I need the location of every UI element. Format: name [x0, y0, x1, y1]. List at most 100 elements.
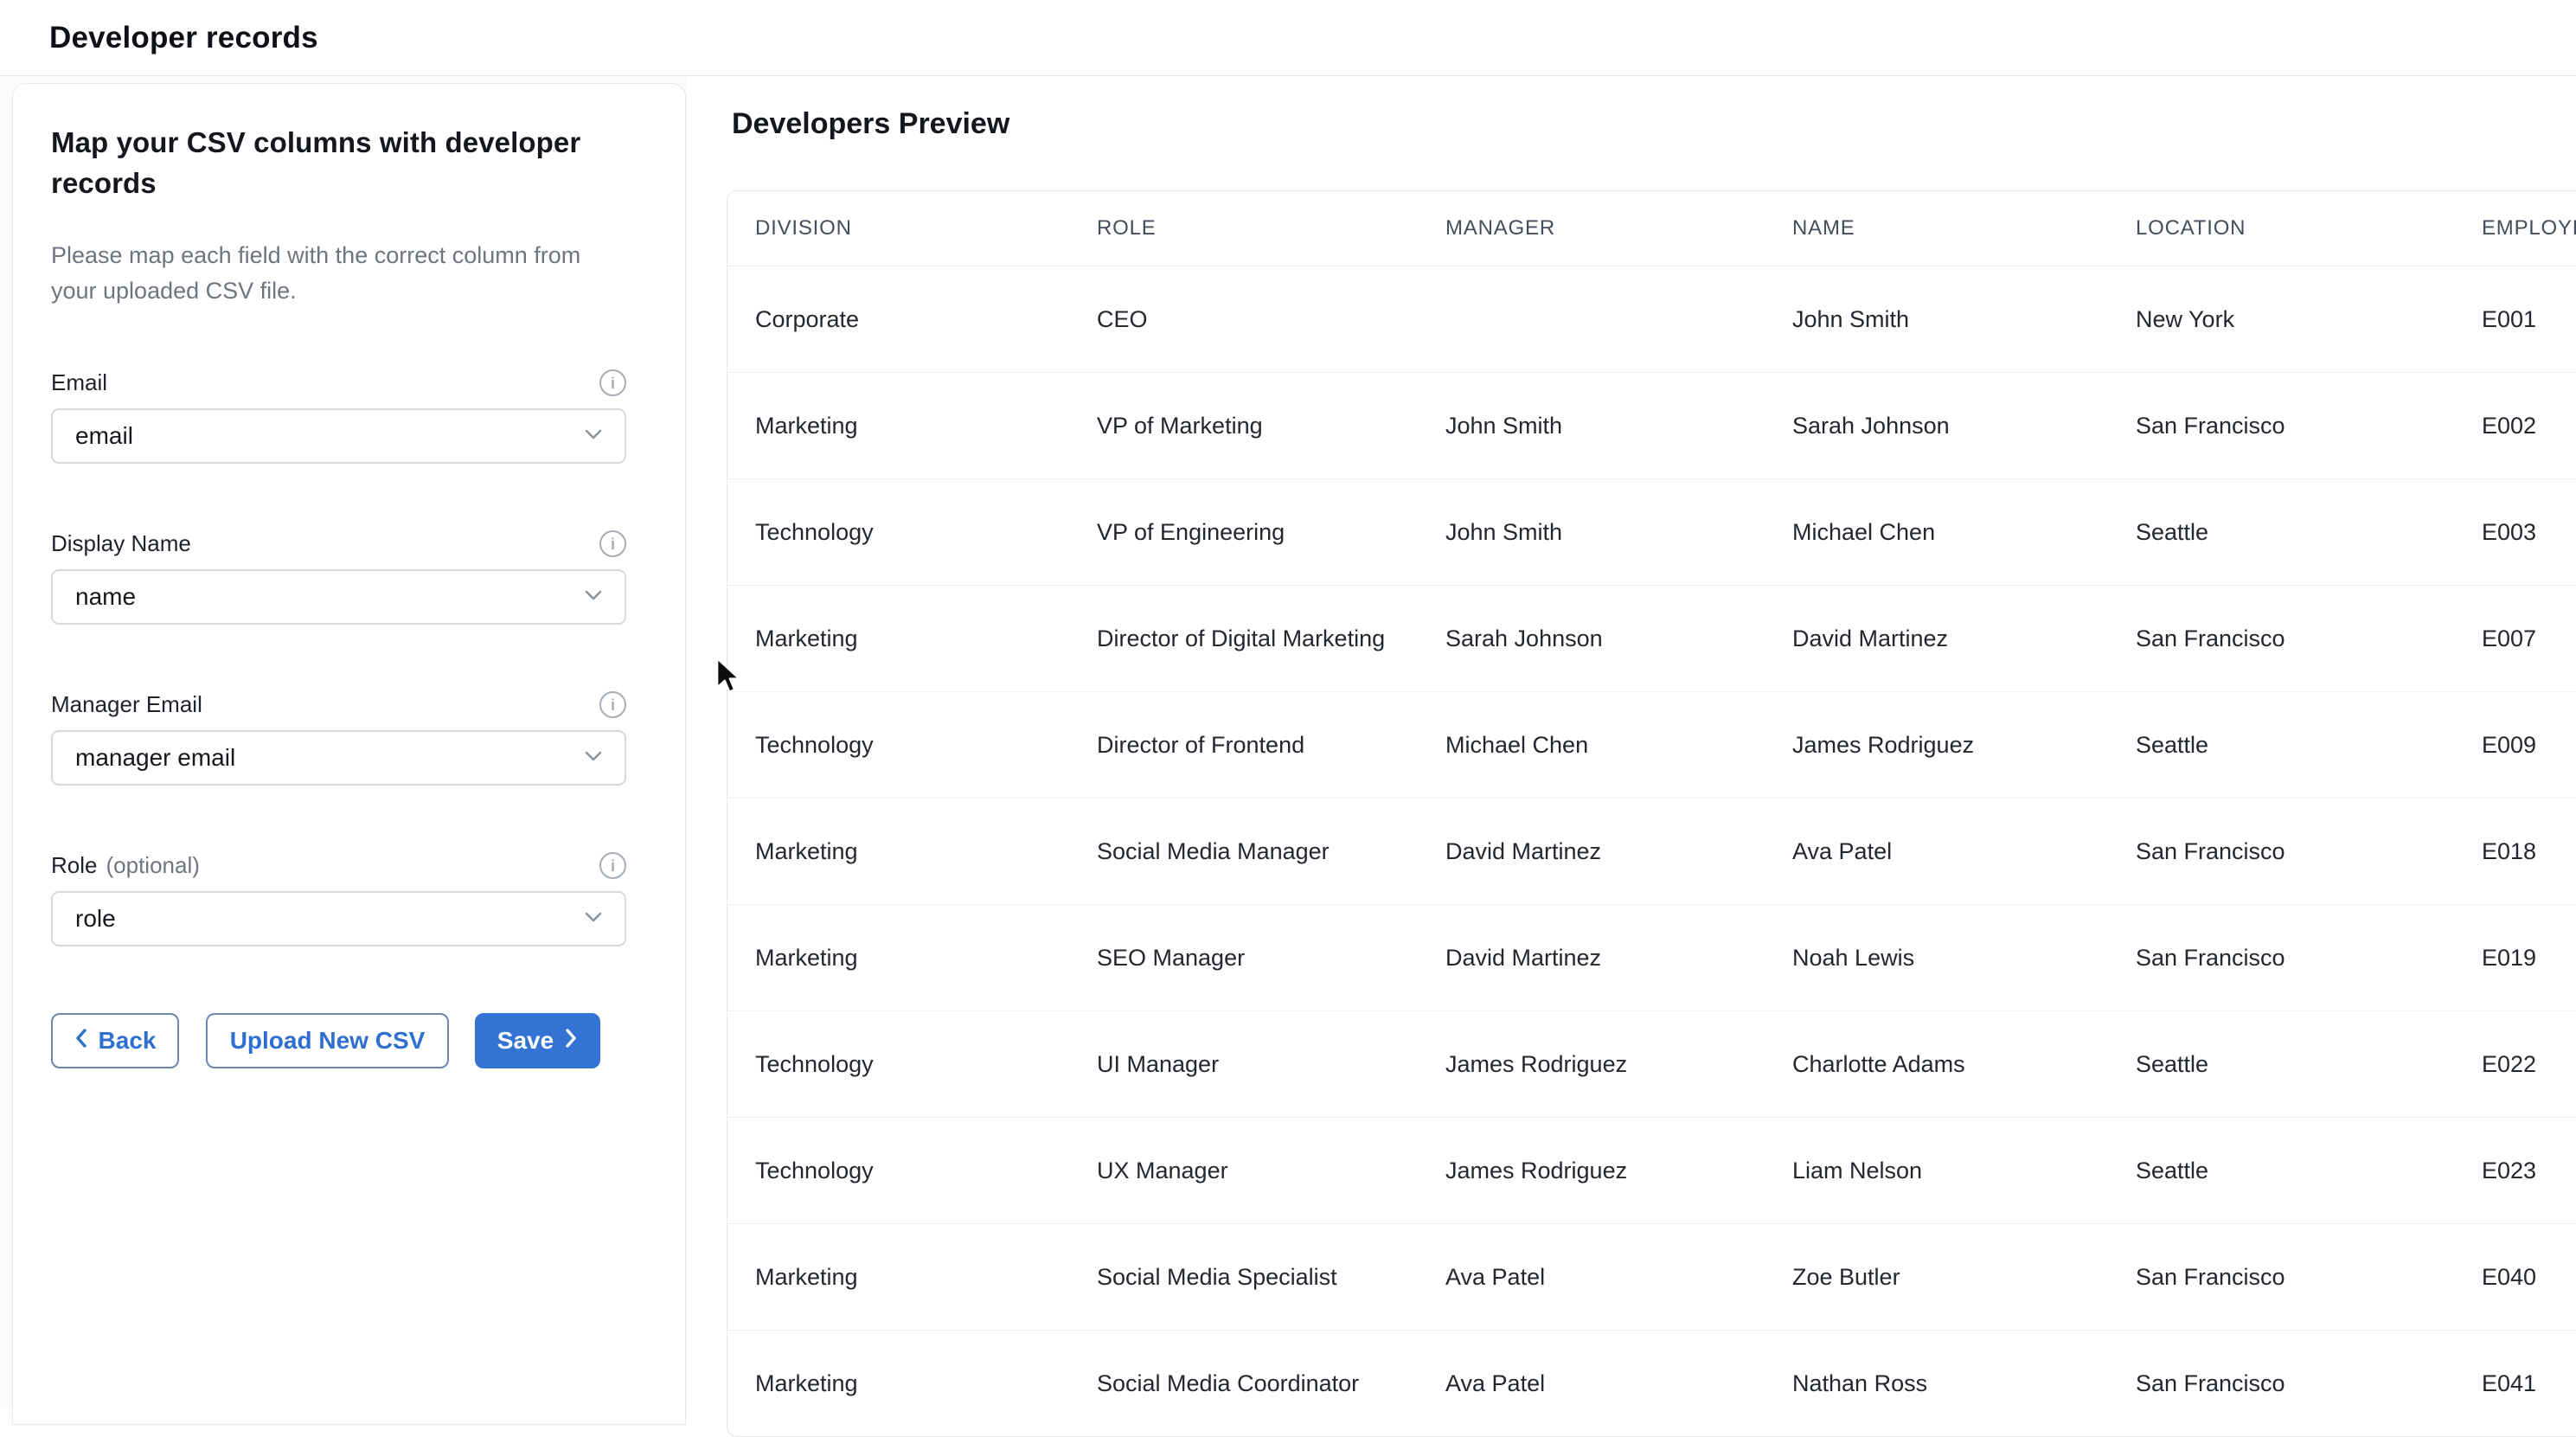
table-cell: Sarah Johnson	[1418, 586, 1765, 692]
chevron-right-icon	[565, 1027, 578, 1055]
chevron-down-icon	[583, 588, 604, 606]
display-name-field-group: Display Name i name	[51, 530, 626, 625]
table-cell: Marketing	[727, 905, 1069, 1011]
upload-new-csv-button[interactable]: Upload New CSV	[206, 1013, 449, 1068]
table-cell: Director of Frontend	[1069, 692, 1418, 799]
developers-table: DIVISION ROLE MANAGER NAME LOCATION EMPL…	[727, 191, 2576, 1436]
chevron-down-icon	[583, 910, 604, 928]
table-cell: Michael Chen	[1765, 479, 2108, 586]
table-cell: E018	[2454, 799, 2576, 905]
table-cell: Noah Lewis	[1765, 905, 2108, 1011]
table-cell: San Francisco	[2108, 1224, 2454, 1331]
table-cell: VP of Engineering	[1069, 479, 1418, 586]
table-row: TechnologyVP of EngineeringJohn SmithMic…	[727, 479, 2576, 586]
role-label: Role	[51, 852, 97, 879]
table-cell: E040	[2454, 1224, 2576, 1331]
mapping-heading: Map your CSV columns with developer reco…	[51, 122, 605, 203]
save-button-label: Save	[497, 1027, 554, 1055]
manager-email-label: Manager Email	[51, 691, 202, 718]
manager-email-field-group: Manager Email i manager email	[51, 691, 626, 786]
table-cell: San Francisco	[2108, 373, 2454, 479]
table-row: TechnologyDirector of FrontendMichael Ch…	[727, 692, 2576, 799]
table-cell: Social Media Coordinator	[1069, 1331, 1418, 1437]
table-cell: James Rodriguez	[1418, 1118, 1765, 1224]
table-cell: Seattle	[2108, 692, 2454, 799]
column-header-role: ROLE	[1069, 191, 1418, 266]
table-cell: Sarah Johnson	[1765, 373, 2108, 479]
table-row: TechnologyUX ManagerJames RodriguezLiam …	[727, 1118, 2576, 1224]
table-cell: Technology	[727, 1011, 1069, 1118]
back-button-label: Back	[99, 1027, 157, 1055]
table-body: CorporateCEOJohn SmithNew YorkE001Market…	[727, 266, 2576, 1437]
table-row: MarketingSocial Media CoordinatorAva Pat…	[727, 1331, 2576, 1437]
content-area: Map your CSV columns with developer reco…	[0, 76, 2576, 1408]
email-field-group: Email i email	[51, 369, 626, 464]
table-cell: Corporate	[727, 266, 1069, 373]
role-select-value: role	[75, 905, 583, 933]
info-icon[interactable]: i	[599, 530, 626, 557]
info-icon[interactable]: i	[599, 852, 626, 879]
table-cell: Marketing	[727, 1331, 1069, 1437]
table-header: DIVISION ROLE MANAGER NAME LOCATION EMPL…	[727, 191, 2576, 266]
table-cell: Director of Digital Marketing	[1069, 586, 1418, 692]
table-cell: E022	[2454, 1011, 2576, 1118]
display-name-select[interactable]: name	[51, 569, 626, 625]
table-cell: Ava Patel	[1418, 1331, 1765, 1437]
table-cell: Seattle	[2108, 1118, 2454, 1224]
table-cell: Marketing	[727, 799, 1069, 905]
display-name-select-value: name	[75, 583, 583, 611]
save-button[interactable]: Save	[475, 1013, 600, 1068]
back-button[interactable]: Back	[51, 1013, 179, 1068]
table-cell: Michael Chen	[1418, 692, 1765, 799]
info-icon[interactable]: i	[599, 369, 626, 396]
table-cell: Technology	[727, 1118, 1069, 1224]
table-row: MarketingVP of MarketingJohn SmithSarah …	[727, 373, 2576, 479]
table-cell: Liam Nelson	[1765, 1118, 2108, 1224]
developers-table-card: DIVISION ROLE MANAGER NAME LOCATION EMPL…	[727, 190, 2576, 1437]
table-cell: David Martinez	[1418, 905, 1765, 1011]
table-cell: San Francisco	[2108, 1331, 2454, 1437]
role-select[interactable]: role	[51, 891, 626, 946]
table-row: CorporateCEOJohn SmithNew YorkE001	[727, 266, 2576, 373]
email-label: Email	[51, 369, 107, 396]
developers-preview-panel: Developers Preview DIVISION ROLE MANAGER…	[687, 76, 2576, 1408]
table-row: MarketingSocial Media ManagerDavid Marti…	[727, 799, 2576, 905]
table-cell: UI Manager	[1069, 1011, 1418, 1118]
table-cell: Social Media Manager	[1069, 799, 1418, 905]
table-cell: Marketing	[727, 1224, 1069, 1331]
table-cell: James Rodriguez	[1765, 692, 2108, 799]
table-cell: San Francisco	[2108, 905, 2454, 1011]
table-cell: Ava Patel	[1765, 799, 2108, 905]
table-cell: Social Media Specialist	[1069, 1224, 1418, 1331]
column-header-name: NAME	[1765, 191, 2108, 266]
column-header-employee-id: EMPLOYEE ID	[2454, 191, 2576, 266]
top-bar: Developer records	[0, 0, 2576, 76]
info-icon[interactable]: i	[599, 691, 626, 718]
table-cell: VP of Marketing	[1069, 373, 1418, 479]
table-cell: Zoe Butler	[1765, 1224, 2108, 1331]
table-header-row: DIVISION ROLE MANAGER NAME LOCATION EMPL…	[727, 191, 2576, 266]
mapping-description: Please map each field with the correct c…	[51, 238, 587, 309]
column-header-manager: MANAGER	[1418, 191, 1765, 266]
table-cell: New York	[2108, 266, 2454, 373]
table-cell: John Smith	[1765, 266, 2108, 373]
manager-email-select[interactable]: manager email	[51, 730, 626, 786]
table-cell: E019	[2454, 905, 2576, 1011]
table-cell: San Francisco	[2108, 586, 2454, 692]
table-row: TechnologyUI ManagerJames RodriguezCharl…	[727, 1011, 2576, 1118]
table-cell: E023	[2454, 1118, 2576, 1224]
role-optional-tag: (optional)	[106, 852, 199, 879]
table-cell: John Smith	[1418, 479, 1765, 586]
table-cell: Marketing	[727, 586, 1069, 692]
table-cell: E003	[2454, 479, 2576, 586]
table-row: MarketingSEO ManagerDavid MartinezNoah L…	[727, 905, 2576, 1011]
table-cell: San Francisco	[2108, 799, 2454, 905]
display-name-label: Display Name	[51, 530, 191, 557]
email-select[interactable]: email	[51, 408, 626, 464]
table-cell: Nathan Ross	[1765, 1331, 2108, 1437]
email-select-value: email	[75, 422, 583, 450]
table-cell: David Martinez	[1418, 799, 1765, 905]
upload-button-label: Upload New CSV	[230, 1027, 426, 1055]
manager-email-select-value: manager email	[75, 744, 583, 772]
table-row: MarketingSocial Media SpecialistAva Pate…	[727, 1224, 2576, 1331]
